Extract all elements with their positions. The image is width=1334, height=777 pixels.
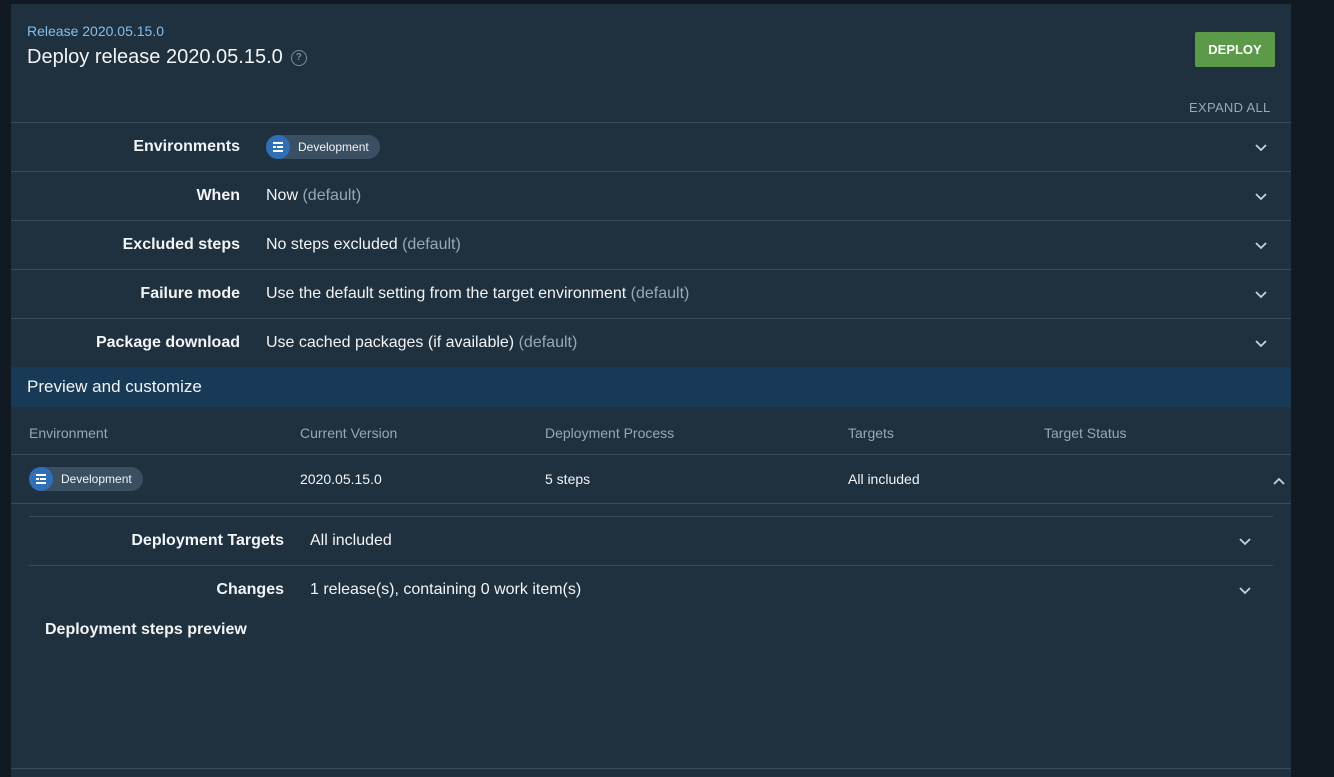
option-default-hint: (default) xyxy=(518,334,578,351)
targets-cell: All included xyxy=(848,471,920,487)
breadcrumb-release-link[interactable]: Release 2020.05.15.0 xyxy=(27,23,164,39)
detail-label: Deployment Targets xyxy=(131,532,284,549)
chevron-down-icon[interactable] xyxy=(1255,337,1267,349)
option-value: Development xyxy=(266,135,1255,159)
option-value: Now (default) xyxy=(266,187,1255,205)
environment-chip: Development xyxy=(266,135,380,159)
chevron-down-icon[interactable] xyxy=(1239,584,1251,596)
option-value-text: No steps excluded xyxy=(266,236,398,253)
option-value: No steps excluded (default) xyxy=(266,236,1255,254)
deploy-release-panel: Release 2020.05.15.0 Deploy release 2020… xyxy=(11,4,1291,777)
option-label: Package download xyxy=(95,334,240,351)
option-row-failure-mode[interactable]: Failure mode Use the default setting fro… xyxy=(11,269,1291,318)
deploy-button[interactable]: DEPLOY xyxy=(1195,32,1275,67)
column-header-target-status: Target Status xyxy=(1044,425,1127,441)
help-circle-icon[interactable]: ? xyxy=(290,49,307,66)
option-default-hint: (default) xyxy=(630,285,690,302)
detail-value: 1 release(s), containing 0 work item(s) xyxy=(310,581,582,598)
detail-value: All included xyxy=(310,532,392,549)
column-header-targets: Targets xyxy=(848,425,894,441)
environment-icon xyxy=(29,467,53,491)
environment-chip-label: Development xyxy=(61,472,132,486)
chevron-down-icon[interactable] xyxy=(1239,535,1251,547)
chevron-up-icon[interactable] xyxy=(1273,476,1285,488)
option-label: Excluded steps xyxy=(122,236,240,253)
chevron-down-icon[interactable] xyxy=(1255,141,1267,153)
table-row[interactable]: Development 2020.05.15.0 5 steps All inc… xyxy=(11,455,1291,504)
environment-chip-label: Development xyxy=(298,140,369,154)
page-title: Deploy release 2020.05.15.0 ? xyxy=(27,46,307,69)
deployment-process-cell: 5 steps xyxy=(545,471,591,487)
option-value: Use the default setting from the target … xyxy=(266,285,1255,303)
column-header-current-version: Current Version xyxy=(300,425,398,441)
option-default-hint: (default) xyxy=(302,187,362,204)
expand-all-link[interactable]: EXPAND ALL xyxy=(1189,100,1271,115)
deployment-steps-preview-title: Deployment steps preview xyxy=(45,621,247,638)
detail-row-deployment-targets[interactable]: Deployment Targets All included xyxy=(29,516,1273,565)
option-row-excluded-steps[interactable]: Excluded steps No steps excluded (defaul… xyxy=(11,220,1291,269)
page-title-text: Deploy release 2020.05.15.0 xyxy=(27,46,283,68)
option-row-package-download[interactable]: Package download Use cached packages (if… xyxy=(11,318,1291,367)
detail-label: Changes xyxy=(216,581,284,598)
chevron-down-icon[interactable] xyxy=(1255,288,1267,300)
column-header-deployment-process: Deployment Process xyxy=(545,425,675,441)
option-row-when[interactable]: When Now (default) xyxy=(11,171,1291,220)
environment-icon xyxy=(266,135,290,159)
option-default-hint: (default) xyxy=(402,236,461,253)
option-value-text: Use cached packages (if available) xyxy=(266,334,515,351)
current-version-cell: 2020.05.15.0 xyxy=(300,471,382,487)
preview-section-header: Preview and customize xyxy=(11,367,1291,407)
environment-chip: Development xyxy=(29,467,143,491)
preview-section-title: Preview and customize xyxy=(27,377,202,396)
option-value-text: Now xyxy=(266,187,299,204)
column-header-environment: Environment xyxy=(29,425,108,441)
option-label: When xyxy=(196,187,240,204)
detail-row-changes[interactable]: Changes 1 release(s), containing 0 work … xyxy=(29,565,1273,614)
divider xyxy=(11,768,1291,769)
preview-table-header: Environment Current Version Deployment P… xyxy=(11,407,1291,455)
option-value-text: Use the default setting from the target … xyxy=(266,285,627,302)
option-label: Environments xyxy=(133,138,240,155)
option-row-environments[interactable]: Environments Development xyxy=(11,122,1291,171)
chevron-down-icon[interactable] xyxy=(1255,190,1267,202)
environment-cell: Development xyxy=(29,467,143,491)
option-label: Failure mode xyxy=(140,285,240,302)
chevron-down-icon[interactable] xyxy=(1255,239,1267,251)
option-value: Use cached packages (if available) (defa… xyxy=(266,334,1255,352)
